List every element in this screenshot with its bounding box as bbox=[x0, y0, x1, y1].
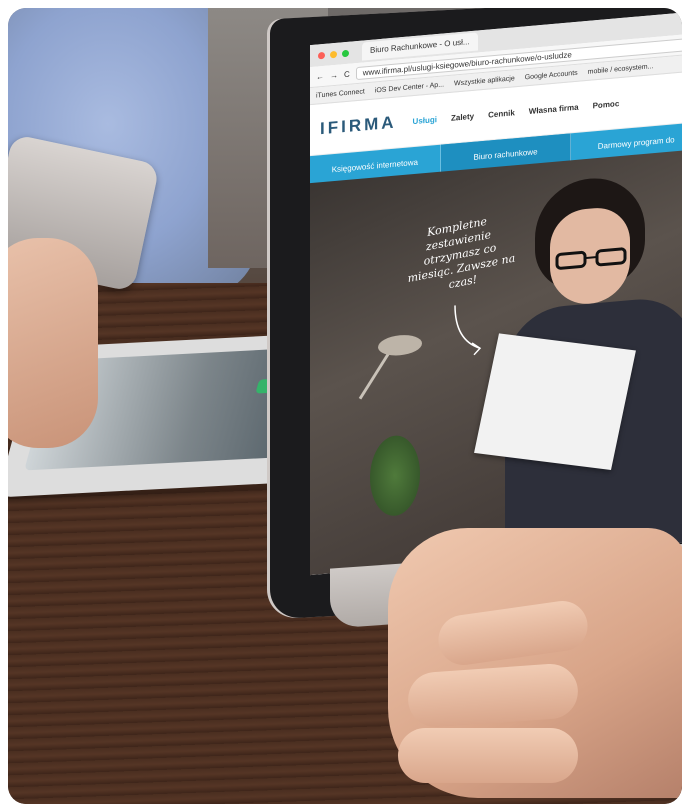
lamp-icon bbox=[358, 335, 422, 400]
bookmark-item[interactable]: iTunes Connect bbox=[316, 88, 365, 99]
site-logo[interactable]: IFIRMA bbox=[320, 113, 397, 140]
bookmark-item[interactable]: Google Accounts bbox=[525, 69, 578, 81]
finger bbox=[398, 728, 578, 783]
laptop-screen: Biuro Rachunkowe - O usł... ← → C www.if… bbox=[310, 10, 682, 576]
back-icon[interactable]: ← bbox=[316, 71, 324, 81]
close-icon[interactable] bbox=[318, 51, 325, 59]
laptop: Biuro Rachunkowe - O usł... ← → C www.if… bbox=[270, 8, 682, 629]
nav-item-pomoc[interactable]: Pomoc bbox=[593, 99, 620, 110]
arrow-icon bbox=[454, 305, 482, 356]
bookmark-item[interactable]: iOS Dev Center - Ap... bbox=[375, 81, 444, 94]
reload-icon[interactable]: C bbox=[344, 69, 350, 79]
document-paper bbox=[474, 333, 636, 471]
bookmark-item[interactable]: mobile / ecosystem... bbox=[588, 63, 654, 76]
hero-banner: Kompletne zestawienie otrzymasz co miesi… bbox=[310, 148, 682, 576]
forward-icon[interactable]: → bbox=[330, 70, 338, 80]
bookmark-item[interactable]: Wszystkie aplikacje bbox=[454, 75, 515, 87]
nav-item-cennik[interactable]: Cennik bbox=[488, 108, 515, 119]
nav-item-uslugi[interactable]: Usługi bbox=[413, 115, 437, 126]
nav-item-wlasna-firma[interactable]: Własna firma bbox=[529, 102, 579, 115]
site-nav: Usługi Zalety Cennik Własna firma Pomoc bbox=[413, 99, 620, 126]
photo: Biuro Rachunkowe - O usł... ← → C www.if… bbox=[8, 8, 682, 804]
plant bbox=[370, 433, 420, 518]
nav-item-zalety[interactable]: Zalety bbox=[451, 111, 474, 122]
left-hand bbox=[8, 238, 98, 448]
woman-photo bbox=[474, 169, 682, 562]
maximize-icon[interactable] bbox=[342, 49, 349, 57]
minimize-icon[interactable] bbox=[330, 50, 337, 58]
